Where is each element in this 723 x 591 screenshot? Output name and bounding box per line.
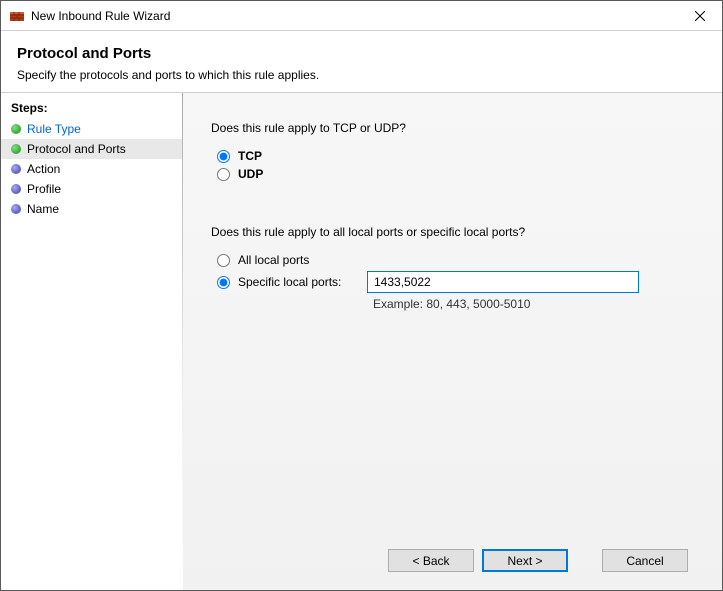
wizard-window: New Inbound Rule Wizard Protocol and Por…	[0, 0, 723, 591]
step-label: Name	[27, 202, 59, 216]
step-bullet-icon	[11, 204, 21, 214]
specific-ports-input[interactable]	[367, 271, 639, 293]
all-ports-row: All local ports	[217, 253, 704, 267]
tcp-radio[interactable]	[217, 150, 230, 163]
step-bullet-icon	[11, 184, 21, 194]
step-label: Profile	[27, 182, 61, 196]
tcp-label[interactable]: TCP	[238, 149, 262, 163]
ports-group: Does this rule apply to all local ports …	[211, 225, 704, 311]
titlebar: New Inbound Rule Wizard	[1, 1, 722, 31]
specific-ports-radio[interactable]	[217, 276, 230, 289]
close-icon	[695, 11, 705, 21]
page-title: Protocol and Ports	[17, 45, 706, 62]
page-description: Specify the protocols and ports to which…	[17, 68, 706, 82]
window-title: New Inbound Rule Wizard	[31, 9, 677, 23]
step-label: Action	[27, 162, 60, 176]
step-protocol-and-ports[interactable]: Protocol and Ports	[1, 139, 183, 159]
step-name[interactable]: Name	[1, 199, 183, 219]
next-button[interactable]: Next >	[482, 549, 568, 572]
step-action[interactable]: Action	[1, 159, 183, 179]
back-button[interactable]: < Back	[388, 549, 474, 572]
specific-ports-row: Specific local ports:	[217, 271, 704, 293]
wizard-main: Does this rule apply to TCP or UDP? TCP …	[183, 93, 722, 590]
wizard-body: Steps: Rule Type Protocol and Ports Acti…	[1, 92, 722, 590]
protocol-tcp-row: TCP	[217, 149, 704, 163]
step-bullet-icon	[11, 124, 21, 134]
protocol-udp-row: UDP	[217, 167, 704, 181]
window-close-button[interactable]	[677, 1, 722, 30]
all-ports-label[interactable]: All local ports	[238, 253, 309, 267]
step-bullet-icon	[11, 144, 21, 154]
ports-question: Does this rule apply to all local ports …	[211, 225, 704, 239]
specific-ports-label[interactable]: Specific local ports:	[238, 275, 341, 289]
cancel-button[interactable]: Cancel	[602, 549, 688, 572]
udp-label[interactable]: UDP	[238, 167, 263, 181]
protocol-question: Does this rule apply to TCP or UDP?	[211, 121, 704, 135]
step-bullet-icon	[11, 164, 21, 174]
step-profile[interactable]: Profile	[1, 179, 183, 199]
steps-heading: Steps:	[1, 97, 183, 119]
button-gap	[576, 549, 594, 572]
firewall-icon	[9, 8, 25, 24]
ports-example: Example: 80, 443, 5000-5010	[373, 297, 704, 311]
steps-sidebar: Steps: Rule Type Protocol and Ports Acti…	[1, 93, 183, 590]
wizard-header: Protocol and Ports Specify the protocols…	[1, 31, 722, 92]
step-label: Protocol and Ports	[27, 142, 126, 156]
udp-radio[interactable]	[217, 168, 230, 181]
wizard-footer: < Back Next > Cancel	[211, 535, 704, 590]
step-label: Rule Type	[27, 122, 81, 136]
step-rule-type[interactable]: Rule Type	[1, 119, 183, 139]
all-ports-radio[interactable]	[217, 254, 230, 267]
